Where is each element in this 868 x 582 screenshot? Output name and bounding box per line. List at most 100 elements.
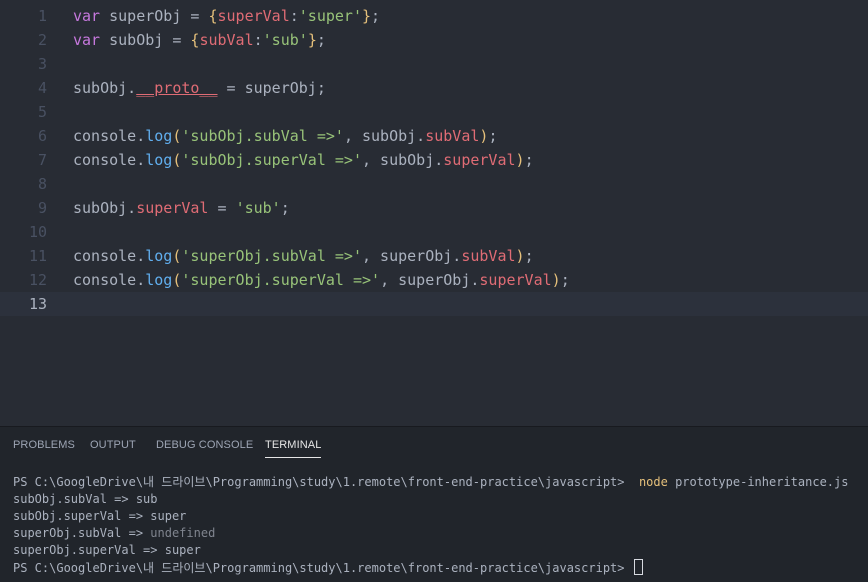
code-token: superVal xyxy=(443,151,516,169)
code-line[interactable]: 3 xyxy=(0,52,868,76)
code-line[interactable]: 1 var superObj = {superVal:'super'}; xyxy=(0,4,868,28)
tab-terminal[interactable]: TERMINAL xyxy=(265,427,322,463)
code-text: console.log('superObj.superVal =>', supe… xyxy=(73,268,570,292)
terminal-text: PS C:\GoogleDrive\내 드라이브\Programming\stu… xyxy=(13,475,639,489)
code-token: ) xyxy=(551,271,561,289)
code-token: , superObj. xyxy=(380,271,480,289)
code-token: superVal xyxy=(217,7,290,25)
code-token: ; xyxy=(560,271,570,289)
code-token: ; xyxy=(524,151,534,169)
code-line[interactable]: 4 subObj.__proto__ = superObj; xyxy=(0,76,868,100)
code-token: ; xyxy=(488,127,498,145)
code-token: { xyxy=(208,7,218,25)
code-text: var subObj = {subVal:'sub'}; xyxy=(73,28,326,52)
code-token: } xyxy=(362,7,372,25)
line-number: 2 xyxy=(37,31,47,49)
code-token: subObj = xyxy=(100,31,191,49)
code-text: subObj.superVal = 'sub'; xyxy=(73,196,290,220)
code-token: subVal xyxy=(425,127,480,145)
code-line[interactable]: 13 xyxy=(0,292,868,316)
panel-tabs: PROBLEMS OUTPUT DEBUG CONSOLE TERMINAL xyxy=(0,427,868,463)
terminal-text: subObj.superVal => super xyxy=(13,509,187,523)
code-token: log xyxy=(145,247,173,265)
code-token: ; xyxy=(316,31,326,49)
code-line[interactable]: 2 var subObj = {subVal:'sub'}; xyxy=(0,28,868,52)
code-token: 'subObj.subVal =>' xyxy=(181,127,344,145)
terminal-line: subObj.subVal => sub xyxy=(13,491,868,508)
code-token: superObj = xyxy=(100,7,209,25)
code-token: 'super' xyxy=(298,7,362,25)
terminal-cursor xyxy=(633,559,643,575)
code-text: subObj.__proto__ = superObj; xyxy=(73,76,326,100)
line-number: 11 xyxy=(28,247,47,265)
code-token: var xyxy=(73,7,101,25)
code-token: subObj. xyxy=(73,79,137,97)
code-token: 'sub' xyxy=(235,199,281,217)
code-editor[interactable]: 1 var superObj = {superVal:'super'}; 2 var … xyxy=(0,0,868,426)
line-number: 13 xyxy=(28,295,47,313)
code-token: var xyxy=(73,31,101,49)
code-token: , subObj. xyxy=(343,127,426,145)
code-token: 'superObj.subVal =>' xyxy=(181,247,362,265)
tab-terminal-label: TERMINAL xyxy=(265,439,322,451)
terminal-text: superObj.superVal => super xyxy=(13,543,201,557)
vscode-window: 1 var superObj = {superVal:'super'}; 2 var … xyxy=(0,0,868,582)
code-text: console.log('subObj.superVal =>', subObj… xyxy=(73,148,534,172)
code-line[interactable]: 10 xyxy=(0,220,868,244)
terminal-text: subObj.subVal => sub xyxy=(13,492,158,506)
code-token: __proto__ xyxy=(136,79,218,97)
line-number: 4 xyxy=(37,79,47,97)
line-number: 1 xyxy=(37,7,47,25)
code-token: ; xyxy=(524,247,534,265)
code-token: , subObj. xyxy=(362,151,444,169)
code-token: log xyxy=(145,127,173,145)
line-number: 5 xyxy=(37,103,47,121)
code-token: 'sub' xyxy=(262,31,308,49)
tab-output[interactable]: OUTPUT xyxy=(90,427,136,463)
code-token: ; xyxy=(371,7,381,25)
line-number: 6 xyxy=(37,127,47,145)
terminal-text: undefined xyxy=(150,526,216,540)
code-token: log xyxy=(145,151,173,169)
terminal-output[interactable]: PS C:\GoogleDrive\내 드라이브\Programming\stu… xyxy=(13,474,868,576)
tab-debug-console[interactable]: DEBUG CONSOLE xyxy=(156,427,253,463)
active-tab-indicator xyxy=(265,457,322,458)
code-line[interactable]: 8 xyxy=(0,172,868,196)
code-line[interactable]: 7 console.log('subObj.superVal =>', subOb… xyxy=(0,148,868,172)
terminal-text: PS C:\GoogleDrive\내 드라이브\Programming\stu… xyxy=(13,561,632,575)
code-token: 'subObj.superVal =>' xyxy=(181,151,362,169)
code-line[interactable]: 5 xyxy=(0,100,868,124)
tab-problems[interactable]: PROBLEMS xyxy=(13,427,75,463)
terminal-text: node xyxy=(638,475,668,489)
code-token: console. xyxy=(73,127,146,145)
code-token: = superObj; xyxy=(217,79,326,97)
code-token: superVal xyxy=(479,271,552,289)
code-text: console.log('superObj.subVal =>', superO… xyxy=(73,244,534,268)
code-token: = xyxy=(208,199,236,217)
code-token: } xyxy=(307,31,317,49)
code-token: ) xyxy=(515,247,525,265)
line-number: 9 xyxy=(37,199,47,217)
terminal-line: PS C:\GoogleDrive\내 드라이브\Programming\stu… xyxy=(13,474,868,491)
code-line[interactable]: 11 console.log('superObj.subVal =>', supe… xyxy=(0,244,868,268)
terminal-line: subObj.superVal => super xyxy=(13,508,868,525)
code-token: log xyxy=(145,271,173,289)
line-number: 12 xyxy=(28,271,47,289)
code-line[interactable]: 6 console.log('subObj.subVal =>', subObj.… xyxy=(0,124,868,148)
terminal-text: superObj.subVal => xyxy=(13,526,151,540)
code-token: , superObj. xyxy=(362,247,462,265)
line-number: 10 xyxy=(28,223,47,241)
code-token: subVal xyxy=(199,31,254,49)
code-text: var superObj = {superVal:'super'}; xyxy=(73,4,380,28)
code-token: console. xyxy=(73,247,146,265)
code-line[interactable]: 9 subObj.superVal = 'sub'; xyxy=(0,196,868,220)
code-token: 'superObj.superVal =>' xyxy=(181,271,381,289)
code-token: : xyxy=(289,7,299,25)
line-number: 8 xyxy=(37,175,47,193)
code-line[interactable]: 12 console.log('superObj.superVal =>', su… xyxy=(0,268,868,292)
code-token: subVal xyxy=(461,247,516,265)
terminal-line: superObj.superVal => super xyxy=(13,542,868,559)
line-number: 7 xyxy=(37,151,47,169)
line-number: 3 xyxy=(37,55,47,73)
code-token: superVal xyxy=(136,199,209,217)
